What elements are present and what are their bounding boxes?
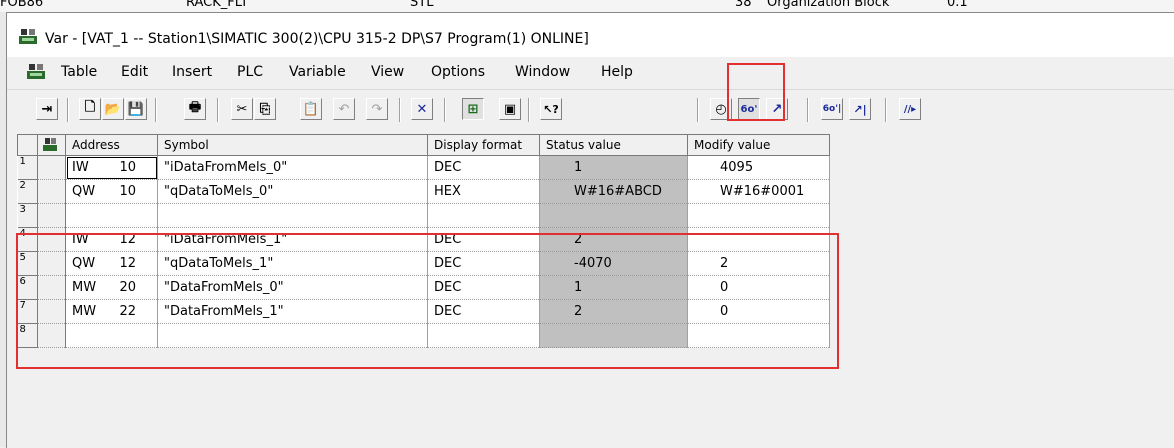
- modify-value-cell[interactable]: [687, 203, 830, 228]
- row-number[interactable]: 3: [17, 203, 38, 228]
- bg-cell-2: RACK_FLT: [186, 0, 249, 10]
- menu-variable[interactable]: Variable: [289, 64, 346, 80]
- highlight-box-monitor: [727, 63, 785, 121]
- row-number[interactable]: 2: [17, 179, 38, 204]
- var-window: Var - [VAT_1 -- Station1\SIMATIC 300(2)\…: [6, 12, 1174, 448]
- display-format-cell[interactable]: HEX: [427, 179, 540, 204]
- table-column-icon: [43, 137, 57, 151]
- header-status-value[interactable]: Status value: [539, 134, 688, 156]
- menu-insert[interactable]: Insert: [172, 64, 212, 80]
- address-number: 10: [119, 184, 136, 199]
- header-address[interactable]: Address: [65, 134, 158, 156]
- menu-table[interactable]: Table: [61, 64, 97, 80]
- pin-icon[interactable]: ⇥: [36, 98, 58, 120]
- menu-options[interactable]: Options: [431, 64, 485, 80]
- undo-icon[interactable]: ↶: [333, 98, 355, 120]
- bg-cell-5: Organization Block: [767, 0, 890, 10]
- bg-cell-1: FOB86: [0, 0, 44, 10]
- header-display-format[interactable]: Display format: [427, 134, 540, 156]
- bg-cell-4: 38: [735, 0, 752, 10]
- activate-modify-values-icon[interactable]: ↗|: [849, 98, 871, 120]
- toolbar-separator: [217, 98, 219, 122]
- menu-help[interactable]: Help: [601, 64, 633, 80]
- toolbar-separator: [885, 98, 887, 122]
- menu-bar: Table Edit Insert PLC Variable View Opti…: [7, 58, 1174, 86]
- cut-icon[interactable]: ✂: [231, 98, 253, 120]
- row-number[interactable]: 1: [17, 155, 38, 180]
- open-folder-icon[interactable]: 📂: [102, 98, 124, 120]
- highlight-box-rows: [16, 233, 839, 369]
- delete-icon[interactable]: ✕: [411, 98, 433, 120]
- modify-value-cell[interactable]: 4095: [687, 155, 830, 180]
- table-row[interactable]: 2 QW 10 "qDataToMels_0" HEX W#16#ABCD W#16#000…: [17, 179, 830, 204]
- menu-edit[interactable]: Edit: [121, 64, 148, 80]
- toolbar-separator: [444, 98, 446, 122]
- window-title: Var - [VAT_1 -- Station1\SIMATIC 300(2)\…: [45, 31, 589, 47]
- force-icon[interactable]: //▸: [899, 98, 921, 120]
- column-icon-header: [37, 134, 66, 156]
- bg-cell-6: 0.1: [947, 0, 968, 10]
- toolbar-separator: [807, 98, 809, 122]
- address-cell[interactable]: [65, 203, 158, 228]
- address-cell[interactable]: IW 10: [65, 155, 158, 180]
- background-window-strip: FOB86 RACK_FLT STL 38 Organization Block…: [0, 0, 1174, 12]
- toolbar-separator: [528, 98, 530, 122]
- row-icon-cell: [37, 155, 66, 180]
- copy-icon[interactable]: ⎘: [254, 98, 276, 120]
- display-format-cell[interactable]: DEC: [427, 155, 540, 180]
- plc-icon[interactable]: ▣: [499, 98, 521, 120]
- toolbar-separator: [399, 98, 401, 122]
- row-icon-cell: [37, 179, 66, 204]
- menu-window[interactable]: Window: [515, 64, 570, 80]
- bg-cell-3: STL: [410, 0, 434, 10]
- status-value-cell: W#16#ABCD: [539, 179, 688, 204]
- header-modify-value[interactable]: Modify value: [687, 134, 830, 156]
- modify-value-cell[interactable]: W#16#0001: [687, 179, 830, 204]
- symbol-cell[interactable]: "iDataFromMels_0": [157, 155, 428, 180]
- address-cell[interactable]: QW 10: [65, 179, 158, 204]
- table-header-row: Address Symbol Display format Status val…: [17, 134, 830, 156]
- symbol-cell[interactable]: [157, 203, 428, 228]
- toolbar: ⇥ 🗋 📂 💾 🖶 ✂ ⎘ 📋 ↶ ↷ ✕ ⊞ ▣ ↖? ◴ 6o' ↗ 6o'…: [7, 89, 1174, 130]
- online-connect-icon[interactable]: ⊞: [462, 98, 484, 120]
- address-operand: QW: [72, 184, 96, 199]
- status-value-cell: 1: [539, 155, 688, 180]
- simatic-app-icon: [19, 29, 37, 44]
- title-bar[interactable]: Var - [VAT_1 -- Station1\SIMATIC 300(2)\…: [7, 13, 1174, 57]
- update-monitor-values-icon[interactable]: 6o'|: [821, 98, 843, 120]
- menu-view[interactable]: View: [371, 64, 404, 80]
- paste-icon[interactable]: 📋: [300, 98, 322, 120]
- symbol-cell[interactable]: "qDataToMels_0": [157, 179, 428, 204]
- display-format-cell[interactable]: [427, 203, 540, 228]
- header-corner: [17, 134, 38, 156]
- toolbar-separator: [67, 98, 69, 122]
- redo-icon[interactable]: ↷: [366, 98, 388, 120]
- table-row[interactable]: 1 IW 10 "iDataFromMels_0" DEC 1 4095: [17, 155, 830, 180]
- row-icon-cell: [37, 203, 66, 228]
- new-document-icon[interactable]: 🗋: [79, 98, 101, 120]
- save-icon[interactable]: 💾: [125, 98, 147, 120]
- toolbar-separator: [697, 98, 699, 122]
- table-row[interactable]: 3: [17, 203, 830, 228]
- document-system-menu-icon[interactable]: [27, 63, 45, 79]
- toolbar-separator: [155, 98, 157, 122]
- header-symbol[interactable]: Symbol: [157, 134, 428, 156]
- status-value-cell: [539, 203, 688, 228]
- print-icon[interactable]: 🖶: [184, 98, 206, 120]
- address-number: 10: [119, 160, 136, 175]
- context-help-icon[interactable]: ↖?: [540, 98, 562, 120]
- menu-plc[interactable]: PLC: [237, 64, 263, 80]
- address-operand: IW: [72, 160, 89, 175]
